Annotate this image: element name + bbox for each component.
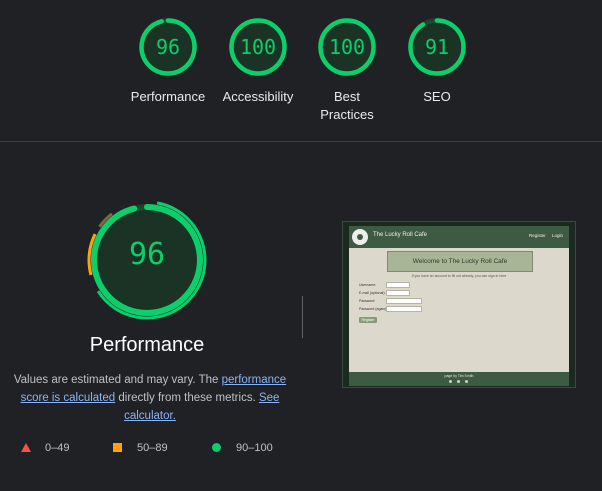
footer-text: page by Tim Smith — [444, 374, 474, 378]
field-label: Username: — [359, 283, 377, 287]
field-input — [386, 298, 422, 304]
legend-pass-range: 90–100 — [236, 442, 273, 454]
performance-detail-gauge: 96 — [86, 199, 208, 321]
field-label: Password: — [359, 299, 376, 303]
site-title: The Lucky Roll Cafe — [373, 232, 428, 238]
seo-gauge[interactable]: 91 — [407, 17, 467, 77]
final-screenshot[interactable]: The Lucky Roll Cafe Register Login Welco… — [342, 221, 576, 388]
welcome-banner: Welcome to The Lucky Roll Cafe — [387, 251, 533, 272]
square-icon — [113, 443, 122, 452]
best-practices-score: 100 — [328, 35, 366, 59]
field-label: E-mail (optional): — [359, 291, 386, 295]
legend-average-range: 50–89 — [137, 442, 168, 454]
nav-login: Login — [552, 233, 564, 238]
signin-hint: If you have an account to fill out alrea… — [411, 274, 507, 278]
legend-fail-range: 0–49 — [45, 442, 70, 454]
best-practices-gauge[interactable]: 100 — [317, 17, 377, 77]
social-icon — [449, 380, 452, 383]
register-button: Register — [359, 317, 377, 323]
cafe-logo-icon — [352, 229, 368, 245]
vertical-divider — [302, 296, 303, 338]
site-header: The Lucky Roll Cafe Register Login — [349, 226, 569, 248]
triangle-icon — [21, 443, 31, 452]
desc-text-1: Values are estimated and may vary. The — [13, 374, 222, 386]
accessibility-score: 100 — [239, 35, 277, 59]
site-footer: page by Tim Smith — [349, 372, 569, 386]
section-divider — [0, 141, 602, 142]
nav-register: Register — [529, 233, 546, 238]
field-input — [386, 290, 410, 296]
accessibility-gauge[interactable]: 100 — [228, 17, 288, 77]
performance-title: Performance — [89, 334, 205, 356]
site-body: Welcome to The Lucky Roll Cafe If you ha… — [349, 248, 569, 372]
best-practices-label-line2: Practices — [320, 107, 374, 122]
circle-icon — [212, 443, 221, 452]
social-icon — [465, 380, 468, 383]
desc-text-2: directly from these metrics. — [115, 392, 259, 404]
performance-detail-score: 96 — [128, 237, 166, 272]
seo-score: 91 — [424, 35, 450, 59]
social-icon — [457, 380, 460, 383]
field-label: Password (again): — [359, 307, 388, 311]
field-input — [386, 282, 410, 288]
performance-description: Values are estimated and may vary. The p… — [12, 371, 288, 425]
performance-gauge[interactable]: 96 — [138, 17, 198, 77]
seo-label[interactable]: SEO — [382, 88, 492, 106]
performance-score: 96 — [155, 35, 181, 59]
field-input — [386, 306, 422, 312]
